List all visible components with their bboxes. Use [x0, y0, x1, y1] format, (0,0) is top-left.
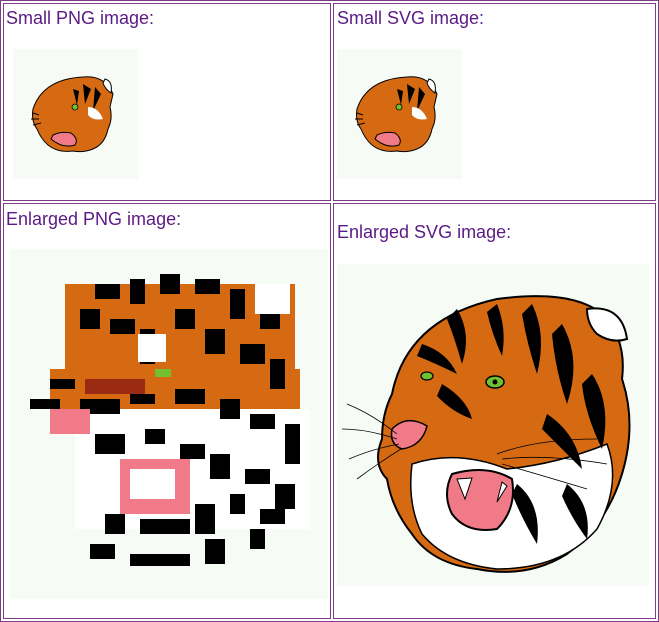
cell-label-small-svg: Small SVG image:: [337, 8, 485, 28]
small-png-image: [13, 49, 138, 179]
cell-label-enlarged-png: Enlarged PNG image:: [6, 209, 182, 229]
enlarged-png-image: [10, 249, 328, 599]
tiger-head-pixelated-icon: [30, 274, 310, 566]
cell-small-png: Small PNG image:: [3, 3, 331, 201]
enlarged-svg-image: [337, 264, 649, 586]
image-comparison-table: Small PNG image: Small SVG image: Enlarg…: [0, 0, 659, 622]
cell-small-svg: Small SVG image:: [333, 3, 656, 201]
tiger-head-icon: [355, 76, 438, 153]
cell-enlarged-svg: Enlarged SVG image:: [333, 203, 656, 619]
cell-enlarged-png: Enlarged PNG image:: [3, 203, 331, 619]
cell-label-small-png: Small PNG image:: [6, 8, 155, 28]
cell-label-enlarged-svg: Enlarged SVG image:: [337, 222, 512, 242]
small-svg-image: [337, 49, 462, 179]
tiger-head-icon: [31, 76, 114, 153]
tiger-head-icon: [341, 295, 631, 573]
